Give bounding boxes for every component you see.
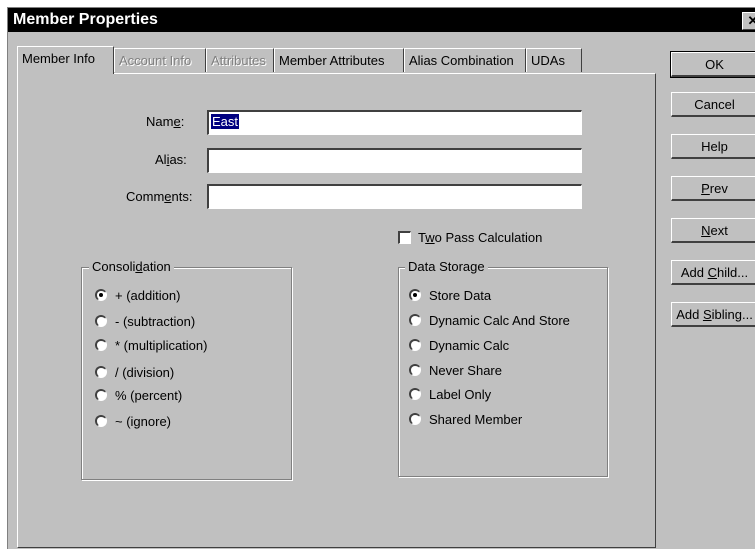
name-field[interactable]: East xyxy=(207,110,582,135)
tab-alias-combination[interactable]: Alias Combination xyxy=(404,48,526,72)
tab-label: Member Info xyxy=(22,51,95,66)
ok-button[interactable]: OK xyxy=(670,51,755,78)
tab-label: UDAs xyxy=(531,53,565,68)
two-pass-checkbox[interactable] xyxy=(398,231,411,244)
comments-label: Comments: xyxy=(126,189,193,204)
title-bar: Member Properties xyxy=(8,8,755,32)
consolidation-group xyxy=(81,267,292,480)
radio-button[interactable] xyxy=(409,364,421,376)
tab-label: Account Info xyxy=(119,53,192,68)
radio-button[interactable] xyxy=(95,366,107,378)
alias-label: Alias: xyxy=(155,152,187,167)
radio-button[interactable] xyxy=(95,339,107,351)
radio-button[interactable] xyxy=(95,289,107,301)
member-info-panel: Name: East Alias: Comments: Two Pass Cal… xyxy=(17,73,656,548)
help-button[interactable]: Help xyxy=(671,134,755,159)
alias-field[interactable] xyxy=(207,148,582,173)
data-storage-title: Data Storage xyxy=(405,259,488,274)
comments-field[interactable] xyxy=(207,184,582,209)
tab-label: Alias Combination xyxy=(409,53,514,68)
add-sibling-button[interactable]: Add Sibling... xyxy=(671,302,755,327)
tab-label: Attributes xyxy=(211,53,266,68)
name-label: Name: xyxy=(146,114,185,129)
next-button[interactable]: Next xyxy=(671,218,755,243)
tab-attributes[interactable]: Attributes xyxy=(206,48,274,72)
radio-button[interactable] xyxy=(95,315,107,327)
close-icon[interactable]: ✕ xyxy=(742,12,755,30)
cancel-button[interactable]: Cancel xyxy=(671,92,755,117)
tab-account-info[interactable]: Account Info xyxy=(114,48,206,72)
radio-button[interactable] xyxy=(409,289,421,301)
radio-button[interactable] xyxy=(95,415,107,427)
add-child-button[interactable]: Add Child... xyxy=(671,260,755,285)
radio-button[interactable] xyxy=(409,388,421,400)
name-field-value: East xyxy=(211,114,240,129)
tab-member-info[interactable]: Member Info xyxy=(17,46,114,74)
radio-button[interactable] xyxy=(409,339,421,351)
member-properties-dialog: Member Properties ✕ Member Info Account … xyxy=(7,7,755,549)
two-pass-label[interactable]: Two Pass Calculation xyxy=(418,230,542,245)
radio-button[interactable] xyxy=(95,389,107,401)
tab-member-attributes[interactable]: Member Attributes xyxy=(274,48,404,72)
consolidation-title: Consolidation xyxy=(89,259,174,274)
window-title: Member Properties xyxy=(13,11,158,28)
tab-label: Member Attributes xyxy=(279,53,385,68)
prev-button[interactable]: Prev xyxy=(671,176,755,201)
radio-button[interactable] xyxy=(409,314,421,326)
radio-button[interactable] xyxy=(409,413,421,425)
tab-udas[interactable]: UDAs xyxy=(526,48,582,72)
